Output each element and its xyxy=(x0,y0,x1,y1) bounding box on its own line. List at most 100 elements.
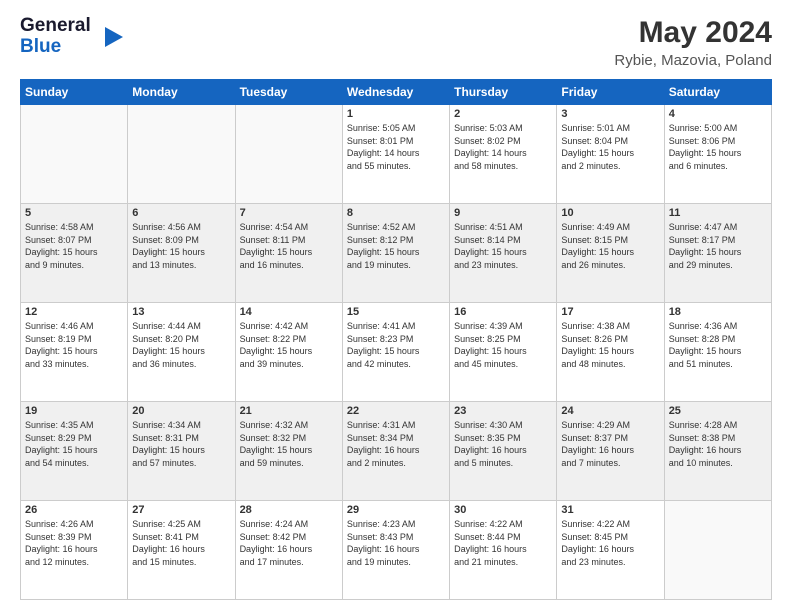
cell-w3-d4: 15 Sunrise: 4:41 AMSunset: 8:23 PMDayligh… xyxy=(342,303,449,402)
day-info: Sunrise: 4:22 AMSunset: 8:44 PMDaylight:… xyxy=(454,518,552,568)
day-number: 8 xyxy=(347,207,445,219)
day-number: 27 xyxy=(132,504,230,516)
day-number: 5 xyxy=(25,207,123,219)
day-number: 25 xyxy=(669,405,767,417)
logo-blue: Blue xyxy=(20,37,91,58)
day-info: Sunrise: 4:58 AMSunset: 8:07 PMDaylight:… xyxy=(25,221,123,271)
day-number: 1 xyxy=(347,108,445,120)
cell-w3-d1: 12 Sunrise: 4:46 AMSunset: 8:19 PMDayligh… xyxy=(21,303,128,402)
col-friday: Friday xyxy=(557,80,664,105)
cell-w5-d2: 27 Sunrise: 4:25 AMSunset: 8:41 PMDayligh… xyxy=(128,501,235,600)
day-number: 30 xyxy=(454,504,552,516)
header-row: Sunday Monday Tuesday Wednesday Thursday… xyxy=(21,80,772,105)
day-number: 3 xyxy=(561,108,659,120)
col-tuesday: Tuesday xyxy=(235,80,342,105)
cell-w1-d5: 2Sunrise: 5:03 AMSunset: 8:02 PMDaylight… xyxy=(450,105,557,204)
cell-w1-d7: 4 Sunrise: 5:00 AMSunset: 8:06 PMDaylight… xyxy=(664,105,771,204)
day-number: 14 xyxy=(240,306,338,318)
col-saturday: Saturday xyxy=(664,80,771,105)
cell-w3-d3: 14 Sunrise: 4:42 AMSunset: 8:22 PMDayligh… xyxy=(235,303,342,402)
cell-w5-d1: 26 Sunrise: 4:26 AMSunset: 8:39 PMDayligh… xyxy=(21,501,128,600)
day-number: 13 xyxy=(132,306,230,318)
cell-w1-d2 xyxy=(128,105,235,204)
cell-w2-d7: 11Sunrise: 4:47 AMSunset: 8:17 PMDayligh… xyxy=(664,204,771,303)
cell-w4-d5: 23 Sunrise: 4:30 AMSunset: 8:35 PMDayligh… xyxy=(450,402,557,501)
cell-w2-d3: 7 Sunrise: 4:54 AMSunset: 8:11 PMDaylight… xyxy=(235,204,342,303)
day-info: Sunrise: 5:05 AMSunset: 8:01 PMDaylight:… xyxy=(347,122,445,172)
day-number: 29 xyxy=(347,504,445,516)
day-info: Sunrise: 4:26 AMSunset: 8:39 PMDaylight:… xyxy=(25,518,123,568)
day-number: 22 xyxy=(347,405,445,417)
day-info: Sunrise: 4:31 AMSunset: 8:34 PMDaylight:… xyxy=(347,419,445,469)
day-info: Sunrise: 4:32 AMSunset: 8:32 PMDaylight:… xyxy=(240,419,338,469)
day-number: 15 xyxy=(347,306,445,318)
day-info: Sunrise: 4:22 AMSunset: 8:45 PMDaylight:… xyxy=(561,518,659,568)
day-number: 16 xyxy=(454,306,552,318)
cell-w4-d4: 22 Sunrise: 4:31 AMSunset: 8:34 PMDayligh… xyxy=(342,402,449,501)
day-info: Sunrise: 4:46 AMSunset: 8:19 PMDaylight:… xyxy=(25,320,123,370)
day-number: 10 xyxy=(561,207,659,219)
col-wednesday: Wednesday xyxy=(342,80,449,105)
day-info: Sunrise: 4:51 AMSunset: 8:14 PMDaylight:… xyxy=(454,221,552,271)
cell-w5-d6: 31 Sunrise: 4:22 AMSunset: 8:45 PMDayligh… xyxy=(557,501,664,600)
day-info: Sunrise: 4:42 AMSunset: 8:22 PMDaylight:… xyxy=(240,320,338,370)
cell-w1-d4: 1 Sunrise: 5:05 AMSunset: 8:01 PMDaylight… xyxy=(342,105,449,204)
col-thursday: Thursday xyxy=(450,80,557,105)
day-info: Sunrise: 5:00 AMSunset: 8:06 PMDaylight:… xyxy=(669,122,767,172)
cell-w3-d6: 17 Sunrise: 4:38 AMSunset: 8:26 PMDayligh… xyxy=(557,303,664,402)
col-sunday: Sunday xyxy=(21,80,128,105)
day-info: Sunrise: 4:30 AMSunset: 8:35 PMDaylight:… xyxy=(454,419,552,469)
cell-w1-d1 xyxy=(21,105,128,204)
day-info: Sunrise: 4:35 AMSunset: 8:29 PMDaylight:… xyxy=(25,419,123,469)
day-number: 7 xyxy=(240,207,338,219)
cell-w3-d7: 18Sunrise: 4:36 AMSunset: 8:28 PMDayligh… xyxy=(664,303,771,402)
logo-icon xyxy=(95,23,123,51)
day-info: Sunrise: 4:39 AMSunset: 8:25 PMDaylight:… xyxy=(454,320,552,370)
title-block: May 2024 Rybie, Mazovia, Poland xyxy=(614,16,772,69)
day-number: 2 xyxy=(454,108,552,120)
day-number: 21 xyxy=(240,405,338,417)
cell-w5-d5: 30 Sunrise: 4:22 AMSunset: 8:44 PMDayligh… xyxy=(450,501,557,600)
day-info: Sunrise: 4:52 AMSunset: 8:12 PMDaylight:… xyxy=(347,221,445,271)
day-info: Sunrise: 4:34 AMSunset: 8:31 PMDaylight:… xyxy=(132,419,230,469)
day-info: Sunrise: 4:23 AMSunset: 8:43 PMDaylight:… xyxy=(347,518,445,568)
cell-w5-d3: 28Sunrise: 4:24 AMSunset: 8:42 PMDayligh… xyxy=(235,501,342,600)
day-info: Sunrise: 4:41 AMSunset: 8:23 PMDaylight:… xyxy=(347,320,445,370)
day-info: Sunrise: 4:38 AMSunset: 8:26 PMDaylight:… xyxy=(561,320,659,370)
logo: General Blue xyxy=(20,16,123,58)
week-row-5: 26 Sunrise: 4:26 AMSunset: 8:39 PMDayligh… xyxy=(21,501,772,600)
day-number: 26 xyxy=(25,504,123,516)
day-number: 9 xyxy=(454,207,552,219)
cell-w4-d6: 24 Sunrise: 4:29 AMSunset: 8:37 PMDayligh… xyxy=(557,402,664,501)
cell-w2-d5: 9 Sunrise: 4:51 AMSunset: 8:14 PMDaylight… xyxy=(450,204,557,303)
day-number: 24 xyxy=(561,405,659,417)
day-info: Sunrise: 4:29 AMSunset: 8:37 PMDaylight:… xyxy=(561,419,659,469)
week-row-3: 12 Sunrise: 4:46 AMSunset: 8:19 PMDayligh… xyxy=(21,303,772,402)
day-number: 19 xyxy=(25,405,123,417)
day-info: Sunrise: 4:54 AMSunset: 8:11 PMDaylight:… xyxy=(240,221,338,271)
cell-w3-d2: 13 Sunrise: 4:44 AMSunset: 8:20 PMDayligh… xyxy=(128,303,235,402)
day-info: Sunrise: 4:28 AMSunset: 8:38 PMDaylight:… xyxy=(669,419,767,469)
logo-general: General xyxy=(20,16,91,37)
cell-w4-d2: 20 Sunrise: 4:34 AMSunset: 8:31 PMDayligh… xyxy=(128,402,235,501)
day-info: Sunrise: 5:01 AMSunset: 8:04 PMDaylight:… xyxy=(561,122,659,172)
cell-w2-d4: 8 Sunrise: 4:52 AMSunset: 8:12 PMDaylight… xyxy=(342,204,449,303)
day-number: 17 xyxy=(561,306,659,318)
day-info: Sunrise: 4:24 AMSunset: 8:42 PMDaylight:… xyxy=(240,518,338,568)
day-number: 31 xyxy=(561,504,659,516)
week-row-2: 5 Sunrise: 4:58 AMSunset: 8:07 PMDaylight… xyxy=(21,204,772,303)
day-number: 23 xyxy=(454,405,552,417)
day-info: Sunrise: 4:25 AMSunset: 8:41 PMDaylight:… xyxy=(132,518,230,568)
day-info: Sunrise: 4:49 AMSunset: 8:15 PMDaylight:… xyxy=(561,221,659,271)
cell-w2-d1: 5 Sunrise: 4:58 AMSunset: 8:07 PMDaylight… xyxy=(21,204,128,303)
day-number: 11 xyxy=(669,207,767,219)
cell-w1-d3 xyxy=(235,105,342,204)
cell-w2-d6: 10 Sunrise: 4:49 AMSunset: 8:15 PMDayligh… xyxy=(557,204,664,303)
day-number: 20 xyxy=(132,405,230,417)
day-number: 12 xyxy=(25,306,123,318)
cell-w4-d3: 21 Sunrise: 4:32 AMSunset: 8:32 PMDayligh… xyxy=(235,402,342,501)
calendar-subtitle: Rybie, Mazovia, Poland xyxy=(614,52,772,69)
day-number: 18 xyxy=(669,306,767,318)
day-info: Sunrise: 4:44 AMSunset: 8:20 PMDaylight:… xyxy=(132,320,230,370)
day-number: 4 xyxy=(669,108,767,120)
